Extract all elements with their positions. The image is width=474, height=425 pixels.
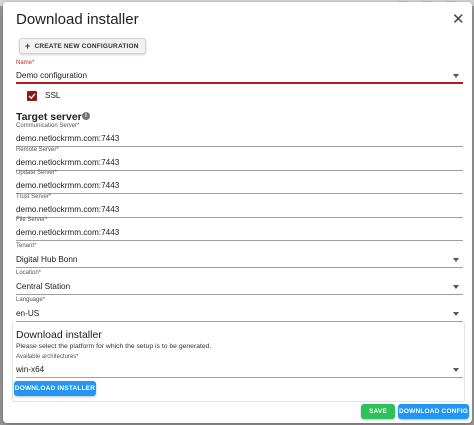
communication-server-field[interactable]: Communication Server* demo.netlockrmm.co… bbox=[16, 123, 463, 147]
update-server-value: demo.netlockrmm.com:7443 bbox=[16, 181, 120, 190]
remote-server-field[interactable]: Remote Server* demo.netlockrmm.com:7443 bbox=[16, 147, 463, 171]
installer-card-title: Download installer bbox=[16, 329, 102, 341]
chevron-down-icon bbox=[453, 258, 459, 262]
close-icon[interactable]: ✕ bbox=[452, 12, 465, 27]
field-underline bbox=[16, 377, 463, 378]
architecture-select[interactable]: Available architectures* win-x64 bbox=[16, 354, 463, 378]
download-installer-dialog: Download installer ✕ + CREATE NEW CONFIG… bbox=[3, 2, 472, 423]
create-new-configuration-button[interactable]: + CREATE NEW CONFIGURATION bbox=[19, 38, 146, 54]
file-server-value: demo.netlockrmm.com:7443 bbox=[16, 228, 120, 237]
file-server-field[interactable]: File Server* demo.netlockrmm.com:7443 bbox=[16, 217, 463, 241]
name-select[interactable]: Name* Demo configuration bbox=[16, 59, 463, 84]
communication-server-value: demo.netlockrmm.com:7443 bbox=[16, 134, 120, 143]
file-server-label: File Server* bbox=[16, 217, 48, 223]
plus-icon: + bbox=[25, 41, 31, 51]
check-icon bbox=[28, 93, 36, 100]
save-button[interactable]: SAVE bbox=[361, 404, 395, 419]
location-value: Central Station bbox=[16, 282, 71, 291]
architecture-value: win-x64 bbox=[16, 365, 45, 374]
dialog-title: Download installer bbox=[16, 11, 139, 28]
trust-server-label: Trust Server* bbox=[16, 194, 52, 200]
chevron-down-icon bbox=[453, 312, 459, 316]
download-config-button[interactable]: DOWNLOAD CONFIG bbox=[398, 404, 469, 419]
tenant-select[interactable]: Tenant* Digital Hub Bonn bbox=[16, 243, 463, 268]
update-server-label: Update Server* bbox=[16, 170, 58, 176]
ssl-label: SSL bbox=[45, 91, 61, 100]
communication-server-label: Communication Server* bbox=[16, 123, 80, 129]
name-value: Demo configuration bbox=[16, 71, 87, 80]
target-server-title: Target server bbox=[16, 111, 82, 123]
trust-server-value: demo.netlockrmm.com:7443 bbox=[16, 205, 120, 214]
tenant-value: Digital Hub Bonn bbox=[16, 255, 78, 264]
name-label: Name* bbox=[16, 60, 35, 66]
location-select[interactable]: Location* Central Station bbox=[16, 270, 463, 295]
field-underline bbox=[16, 267, 463, 268]
field-underline bbox=[16, 240, 463, 241]
update-server-field[interactable]: Update Server* demo.netlockrmm.com:7443 bbox=[16, 170, 463, 194]
remote-server-label: Remote Server* bbox=[16, 147, 59, 153]
chevron-down-icon bbox=[453, 285, 459, 289]
chevron-down-icon bbox=[453, 74, 459, 78]
language-select[interactable]: Language* en-US bbox=[16, 297, 463, 322]
installer-card-description: Please select the platform for which the… bbox=[16, 343, 212, 350]
chevron-down-icon bbox=[453, 368, 459, 372]
trust-server-field[interactable]: Trust Server* demo.netlockrmm.com:7443 bbox=[16, 194, 463, 218]
field-underline bbox=[16, 294, 463, 295]
ssl-checkbox[interactable] bbox=[27, 91, 37, 101]
language-label: Language* bbox=[16, 297, 46, 303]
language-value: en-US bbox=[16, 309, 40, 318]
tenant-label: Tenant* bbox=[16, 243, 37, 249]
location-label: Location* bbox=[16, 270, 42, 276]
download-installer-button[interactable]: DOWNLOAD INSTALLER bbox=[14, 381, 96, 396]
create-button-label: CREATE NEW CONFIGURATION bbox=[34, 42, 139, 50]
name-underline bbox=[16, 82, 463, 84]
architecture-label: Available architectures* bbox=[16, 354, 79, 360]
info-icon[interactable]: i bbox=[82, 112, 90, 120]
remote-server-value: demo.netlockrmm.com:7443 bbox=[16, 158, 120, 167]
